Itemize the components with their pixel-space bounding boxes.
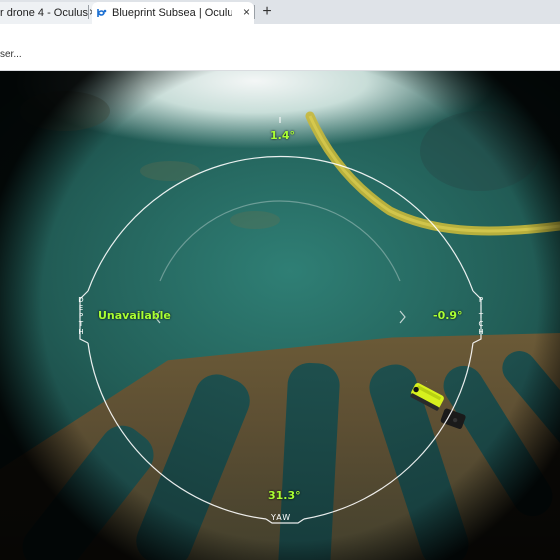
tab-drone[interactable]: r drone 4 - Oculus × [0,2,100,24]
tab-strip: r drone 4 - Oculus × Blueprint Subsea | … [0,0,560,25]
depth-value: Unavailable [98,309,171,322]
tab-blueprint-title: Blueprint Subsea | Oculus M-Seri [112,7,232,19]
bookmark-bar: ser... [0,42,560,71]
bookmark-item[interactable]: ser... [0,49,22,60]
blueprint-logo-icon [96,7,108,19]
pitch-label: PITCH [477,296,485,336]
depth-label: DEPTH [77,296,85,336]
yaw-value: 31.3° [268,489,301,502]
new-tab-button[interactable]: + [258,3,276,21]
heading-indicator-value: 1.4° [270,129,295,142]
close-icon[interactable]: × [243,5,250,19]
tab-drone-title: r drone 4 - Oculus [0,7,89,19]
browser-toolbar [0,24,560,42]
yaw-label: YAW [271,513,292,522]
tab-blueprint-subsea[interactable]: Blueprint Subsea | Oculus M-Seri × [92,2,254,24]
camera-view: 1.4° DEPTH Unavailable PITCH -0.9° 31.3°… [0,71,560,560]
tab-divider [88,5,89,19]
pitch-value: -0.9° [433,309,463,322]
tab-divider [254,5,255,19]
